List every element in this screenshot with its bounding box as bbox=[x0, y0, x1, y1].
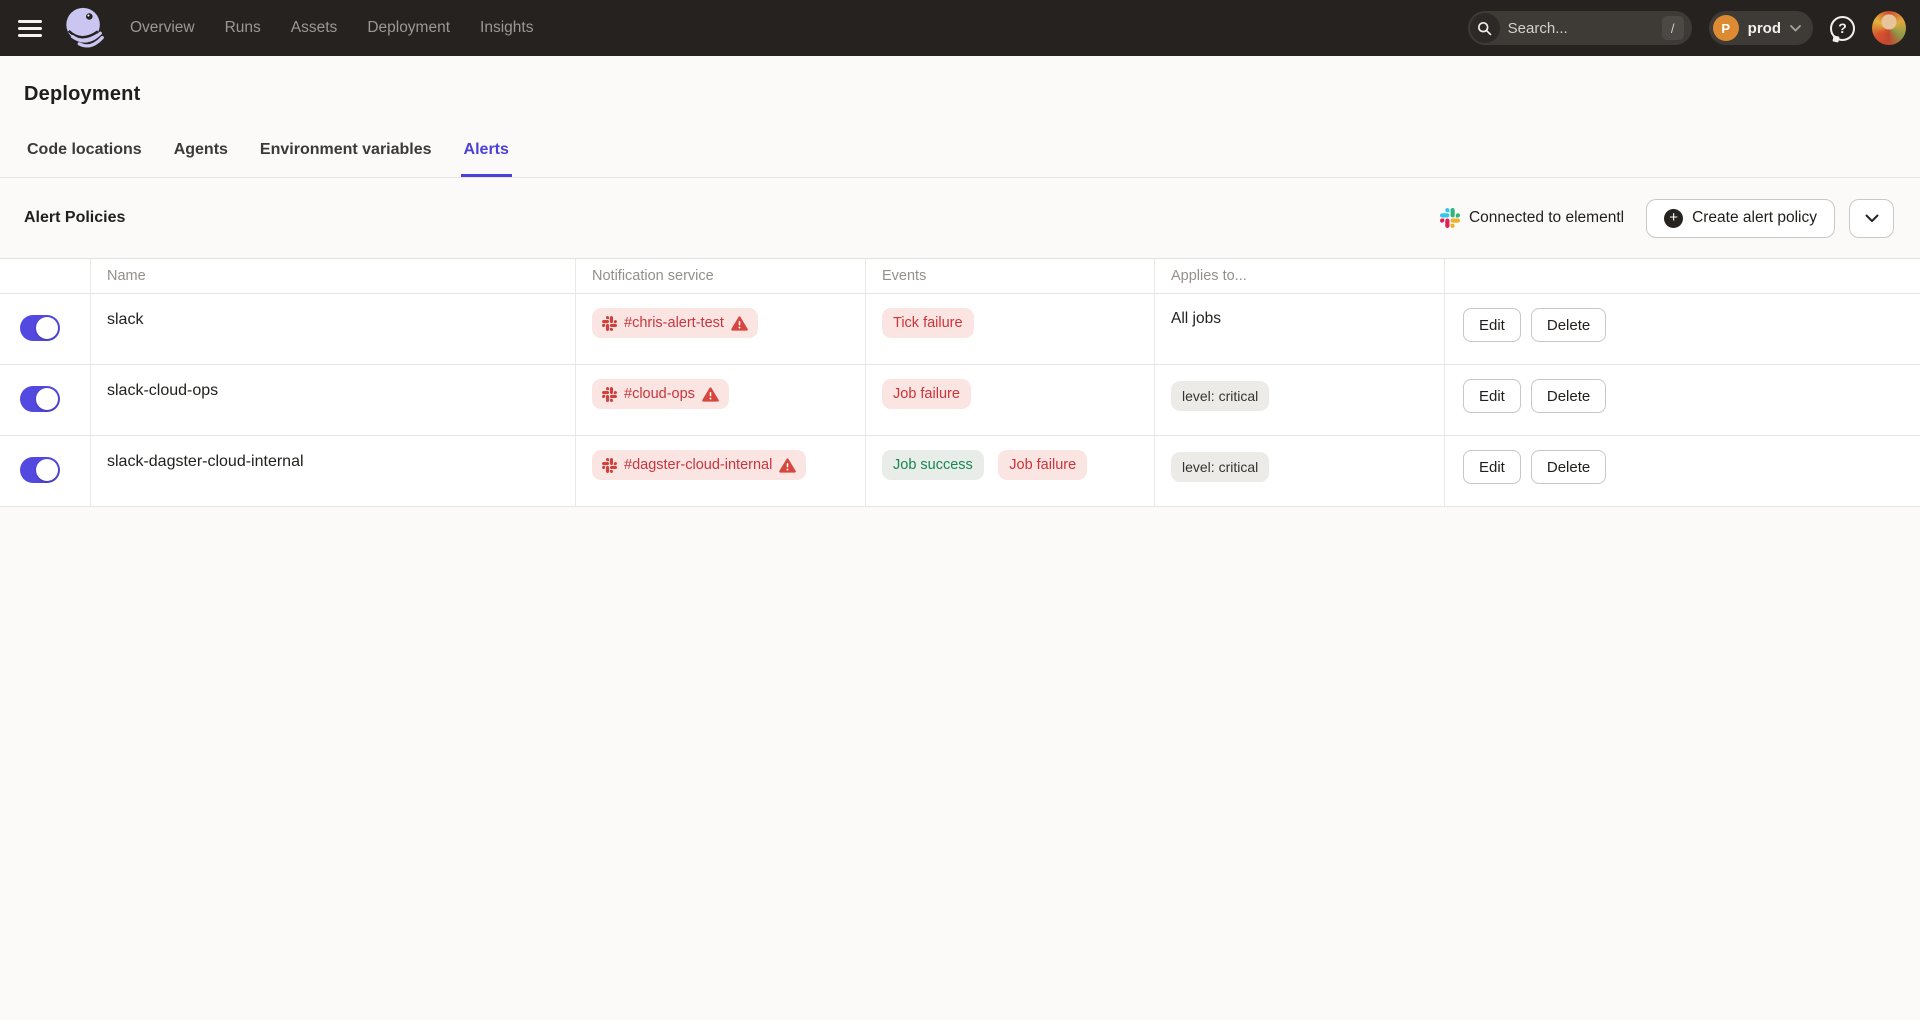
event-badge: Job failure bbox=[998, 450, 1087, 480]
chevron-down-icon bbox=[1790, 25, 1801, 32]
nav-item-overview[interactable]: Overview bbox=[130, 19, 195, 37]
dagster-logo[interactable] bbox=[62, 5, 108, 51]
tab-agents[interactable]: Agents bbox=[171, 141, 231, 177]
tab-alerts[interactable]: Alerts bbox=[461, 141, 512, 177]
applies-to-badge: level: critical bbox=[1171, 381, 1269, 411]
header-toggle bbox=[0, 259, 91, 293]
create-alert-policy-button[interactable]: + Create alert policy bbox=[1646, 199, 1835, 238]
alert-policy-toggle[interactable] bbox=[20, 315, 60, 341]
slack-channel-chip: #chris-alert-test bbox=[592, 308, 758, 338]
delete-button[interactable]: Delete bbox=[1531, 379, 1606, 413]
applies-to-badge: level: critical bbox=[1171, 452, 1269, 482]
channel-name: #chris-alert-test bbox=[624, 315, 724, 331]
org-name: prod bbox=[1748, 20, 1781, 37]
slack-icon bbox=[602, 316, 617, 331]
table-row: slack-cloud-ops #cloud-ops Job failure l… bbox=[0, 365, 1920, 436]
policy-name: slack bbox=[91, 294, 576, 364]
table-header-row: Name Notification service Events Applies… bbox=[0, 259, 1920, 294]
alert-policy-toggle[interactable] bbox=[20, 457, 60, 483]
slack-icon bbox=[602, 458, 617, 473]
slack-channel-chip: #cloud-ops bbox=[592, 379, 729, 409]
search-input[interactable] bbox=[1500, 20, 1662, 37]
org-switcher[interactable]: P prod bbox=[1709, 11, 1813, 45]
create-alert-policy-menu-button[interactable] bbox=[1849, 199, 1894, 238]
tab-code-locations[interactable]: Code locations bbox=[24, 141, 145, 177]
header-actions bbox=[1445, 259, 1920, 293]
header-name: Name bbox=[91, 259, 576, 293]
slash-shortcut-badge: / bbox=[1662, 16, 1684, 40]
page-title: Deployment bbox=[24, 83, 1896, 106]
section-title: Alert Policies bbox=[24, 209, 125, 227]
help-icon[interactable]: ? bbox=[1830, 16, 1855, 41]
warning-triangle-icon bbox=[702, 387, 719, 402]
user-avatar[interactable] bbox=[1872, 11, 1906, 45]
event-badge: Job failure bbox=[882, 379, 971, 409]
alert-policies-table: Name Notification service Events Applies… bbox=[0, 258, 1920, 507]
table-row: slack-dagster-cloud-internal #dagster-cl… bbox=[0, 436, 1920, 507]
search-box[interactable]: / bbox=[1468, 11, 1692, 45]
warning-triangle-icon bbox=[731, 316, 748, 331]
policy-name: slack-dagster-cloud-internal bbox=[91, 436, 576, 506]
nav-item-runs[interactable]: Runs bbox=[225, 19, 261, 37]
deployment-tabs: Code locations Agents Environment variab… bbox=[0, 141, 1920, 178]
edit-button[interactable]: Edit bbox=[1463, 450, 1521, 484]
connected-text: Connected to elementl bbox=[1469, 209, 1624, 227]
alert-policy-toggle[interactable] bbox=[20, 386, 60, 412]
edit-button[interactable]: Edit bbox=[1463, 379, 1521, 413]
search-icon bbox=[1470, 13, 1500, 43]
event-badge: Job success bbox=[882, 450, 984, 480]
top-navbar: Overview Runs Assets Deployment Insights… bbox=[0, 0, 1920, 56]
tab-environment-variables[interactable]: Environment variables bbox=[257, 141, 435, 177]
edit-button[interactable]: Edit bbox=[1463, 308, 1521, 342]
event-badge: Tick failure bbox=[882, 308, 974, 338]
slack-channel-chip: #dagster-cloud-internal bbox=[592, 450, 806, 480]
warning-triangle-icon bbox=[779, 458, 796, 473]
policy-name: slack-cloud-ops bbox=[91, 365, 576, 435]
applies-to-value: All jobs bbox=[1155, 294, 1445, 364]
delete-button[interactable]: Delete bbox=[1531, 450, 1606, 484]
chevron-down-icon bbox=[1865, 214, 1879, 223]
slack-icon bbox=[602, 387, 617, 402]
org-avatar: P bbox=[1713, 15, 1739, 41]
header-applies-to: Applies to... bbox=[1155, 259, 1445, 293]
delete-button[interactable]: Delete bbox=[1531, 308, 1606, 342]
header-notification-service: Notification service bbox=[576, 259, 866, 293]
slack-connection-status: Connected to elementl bbox=[1440, 208, 1624, 228]
header-events: Events bbox=[866, 259, 1155, 293]
plus-icon: + bbox=[1664, 209, 1683, 228]
nav-item-assets[interactable]: Assets bbox=[291, 19, 338, 37]
slack-icon bbox=[1440, 208, 1460, 228]
nav-item-insights[interactable]: Insights bbox=[480, 19, 533, 37]
hamburger-menu-icon[interactable] bbox=[18, 20, 44, 37]
channel-name: #cloud-ops bbox=[624, 386, 695, 402]
main-nav: Overview Runs Assets Deployment Insights bbox=[130, 19, 533, 37]
channel-name: #dagster-cloud-internal bbox=[624, 457, 772, 473]
nav-item-deployment[interactable]: Deployment bbox=[367, 19, 450, 37]
table-row: slack #chris-alert-test Tick failure All… bbox=[0, 294, 1920, 365]
